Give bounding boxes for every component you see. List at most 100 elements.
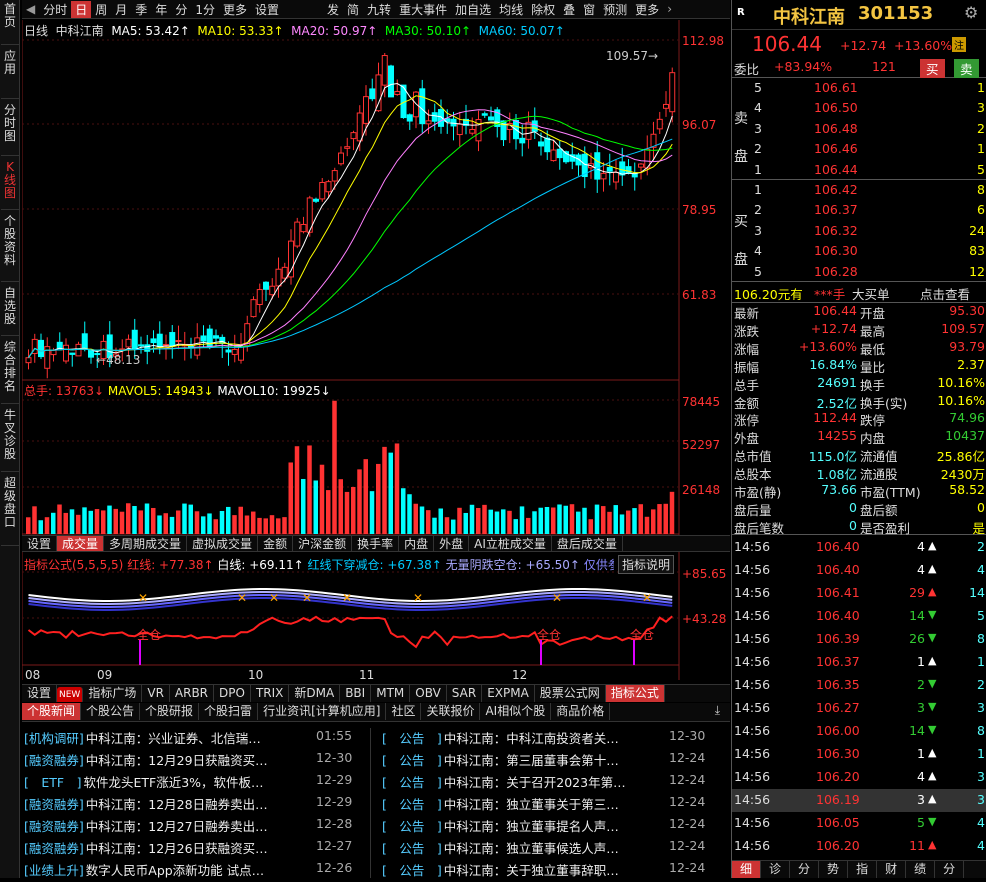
ind-tab-obv[interactable]: OBV (410, 685, 447, 702)
news-tab-industry[interactable]: 行业资讯[计算机应用] (258, 703, 387, 720)
news-item-left[interactable]: [ ETF ] 软件龙头ETF涨近3%，软件板… 12-29 (24, 772, 354, 794)
ind-tab-dpo[interactable]: DPO (214, 685, 251, 702)
news-title[interactable]: 中科江南：独立董事关于第三… (444, 797, 619, 812)
toolbar-post[interactable]: 发 (323, 1, 343, 18)
ind-tab-vr[interactable]: VR (142, 685, 170, 702)
toolbar-weekly[interactable]: 周 (91, 1, 111, 18)
vol-tab-settings[interactable]: 设置 (22, 536, 58, 551)
tab-intraday[interactable]: 分时图 (1, 101, 19, 156)
toolbar-ma[interactable]: 均线 (495, 1, 527, 18)
news-tab-community[interactable]: 社区 (386, 703, 422, 720)
news-item-right[interactable]: [ 公告 ] 中科江南：关于独立董事辞职… 12-24 (382, 860, 712, 882)
news-item-right[interactable]: [ 公告 ] 中科江南：独立董事提名人声… 12-24 (382, 816, 712, 838)
news-title[interactable]: 中科江南：12月29日获融资买… (86, 753, 268, 768)
detail-tab[interactable]: 分 (935, 861, 965, 878)
vol-tab-inner[interactable]: 内盘 (399, 536, 435, 551)
tab-home[interactable]: 首页 (1, 0, 19, 45)
vol-tab-turnover[interactable]: 换手率 (352, 536, 400, 551)
toolbar-jiuzhuan[interactable]: 九转 (363, 1, 395, 18)
ind-tab-mtm[interactable]: MTM (371, 685, 411, 702)
news-tab-related[interactable]: 关联报价 (421, 703, 481, 720)
news-title[interactable]: 中科江南：关于召开2023年第… (444, 775, 626, 790)
news-item-right[interactable]: [ 公告 ] 中科江南：独立董事关于第三… 12-24 (382, 794, 712, 816)
tab-kline[interactable]: K线图 (1, 158, 19, 210)
news-item-left[interactable]: [机构调研] 中科江南：兴业证券、北信瑞… 01:55 (24, 728, 354, 750)
ind-tab-trix[interactable]: TRIX (251, 685, 290, 702)
news-tab-risk[interactable]: 个股扫雷 (199, 703, 259, 720)
news-tab-notice[interactable]: 个股公告 (81, 703, 141, 720)
arrow-icon[interactable]: › (663, 2, 676, 16)
news-title[interactable]: 软件龙头ETF涨近3%，软件板… (83, 775, 263, 790)
ind-tab-formula[interactable]: 指标公式 (605, 685, 665, 702)
toolbar-simple[interactable]: 简 (343, 1, 363, 18)
news-item-left[interactable]: [业绩上升] 数字人民币App添新功能 试点… 12-26 (24, 860, 354, 882)
gear-icon[interactable]: ⚙ (964, 3, 978, 22)
news-title[interactable]: 中科江南：12月26日获融资买… (86, 841, 268, 856)
ind-tab-sar[interactable]: SAR (447, 685, 483, 702)
ind-tab-formula-net[interactable]: 股票公式网 (535, 685, 606, 702)
sell-button[interactable]: 卖 (954, 59, 979, 78)
note-badge[interactable]: 注 (952, 37, 966, 52)
detail-tab[interactable]: 细 (732, 861, 762, 878)
news-tab-research[interactable]: 个股研报 (140, 703, 200, 720)
news-item-right[interactable]: [ 公告 ] 中科江南：中科江南投资者关… 12-30 (382, 728, 712, 750)
news-item-right[interactable]: [ 公告 ] 中科江南：关于召开2023年第… 12-24 (382, 772, 712, 794)
news-title[interactable]: 中科江南：关于独立董事辞职… (444, 863, 619, 878)
ind-tab-square[interactable]: 指标广场 (83, 685, 143, 702)
detail-tab[interactable]: 势 (819, 861, 849, 878)
toolbar-monthly[interactable]: 月 (111, 1, 131, 18)
ind-tab-dma[interactable]: 新DMA (289, 685, 341, 702)
toolbar-forecast[interactable]: 预测 (599, 1, 631, 18)
toolbar-window[interactable]: 窗 (579, 1, 599, 18)
news-title[interactable]: 中科江南：12月28日融券卖出… (86, 797, 268, 812)
ind-tab-bbi[interactable]: BBI (340, 685, 372, 702)
ind-tab-expma[interactable]: EXPMA (482, 685, 535, 702)
vol-tab-multi[interactable]: 多周期成交量 (104, 536, 188, 551)
vol-tab-amount[interactable]: 金额 (258, 536, 294, 551)
news-title[interactable]: 中科江南：中科江南投资者关… (444, 731, 619, 746)
toolbar-yearly[interactable]: 年 (151, 1, 171, 18)
ind-tab-arbr[interactable]: ARBR (170, 685, 215, 702)
toolbar-exright[interactable]: 除权 (527, 1, 559, 18)
bigbuy-link[interactable]: 点击查看 (920, 284, 970, 303)
news-item-right[interactable]: [ 公告 ] 中科江南：第三届董事会第十… 12-24 (382, 750, 712, 772)
vol-tab-after[interactable]: 盘后成交量 (552, 536, 623, 551)
news-title[interactable]: 中科江南：12月27日融券卖出… (86, 819, 268, 834)
detail-tab[interactable]: 分 (790, 861, 820, 878)
tab-apps[interactable]: 应用 (1, 47, 19, 99)
vol-tab-hs-amount[interactable]: 沪深金额 (293, 536, 353, 551)
detail-tab[interactable]: 指 (848, 861, 878, 878)
toolbar-settings[interactable]: 设置 (251, 1, 283, 18)
news-title[interactable]: 中科江南：独立董事提名人声… (444, 819, 619, 834)
tab-profile[interactable]: 个股资料 (1, 212, 19, 282)
toolbar-intraday[interactable]: 分时 (39, 1, 71, 18)
toolbar-add-watch[interactable]: 加自选 (451, 1, 495, 18)
news-title[interactable]: 中科江南：第三届董事会第十… (444, 753, 619, 768)
tab-diagnose[interactable]: 牛叉诊股 (1, 406, 19, 472)
news-tab-ai[interactable]: AI相似个股 (480, 703, 552, 720)
detail-tab[interactable]: 绩 (906, 861, 936, 878)
toolbar-minute[interactable]: 分 (171, 1, 191, 18)
news-title[interactable]: 中科江南：兴业证券、北信瑞… (86, 731, 261, 746)
detail-tab[interactable]: 诊 (761, 861, 791, 878)
news-item-left[interactable]: [融资融券] 中科江南：12月26日获融资买… 12-27 (24, 838, 354, 860)
ind-tab-settings[interactable]: 设置 (22, 685, 58, 702)
vol-tab-outer[interactable]: 外盘 (434, 536, 470, 551)
toolbar-quarterly[interactable]: 季 (131, 1, 151, 18)
vol-tab-volume[interactable]: 成交量 (57, 536, 105, 551)
tab-ranking[interactable]: 综合排名 (1, 338, 19, 404)
vol-tab-ai[interactable]: AI立桩成交量 (469, 536, 552, 551)
toolbar-overlay[interactable]: 叠 (559, 1, 579, 18)
ind-explain-button[interactable]: 指标说明 (618, 555, 675, 574)
buy-button[interactable]: 买 (920, 59, 945, 78)
news-tab-commodity[interactable]: 商品价格 (551, 703, 611, 720)
toolbar-more2[interactable]: 更多 (631, 1, 663, 18)
news-title[interactable]: 数字人民币App添新功能 试点… (86, 863, 264, 878)
detail-tab[interactable]: 财 (877, 861, 907, 878)
toolbar-daily[interactable]: 日 (71, 0, 92, 18)
toolbar-events[interactable]: 重大事件 (395, 1, 451, 18)
collapse-icon[interactable]: ◀ (22, 2, 39, 16)
news-title[interactable]: 中科江南：独立董事候选人声… (444, 841, 619, 856)
download-icon[interactable]: ⤓ (715, 703, 720, 718)
vol-tab-virtual[interactable]: 虚拟成交量 (187, 536, 259, 551)
